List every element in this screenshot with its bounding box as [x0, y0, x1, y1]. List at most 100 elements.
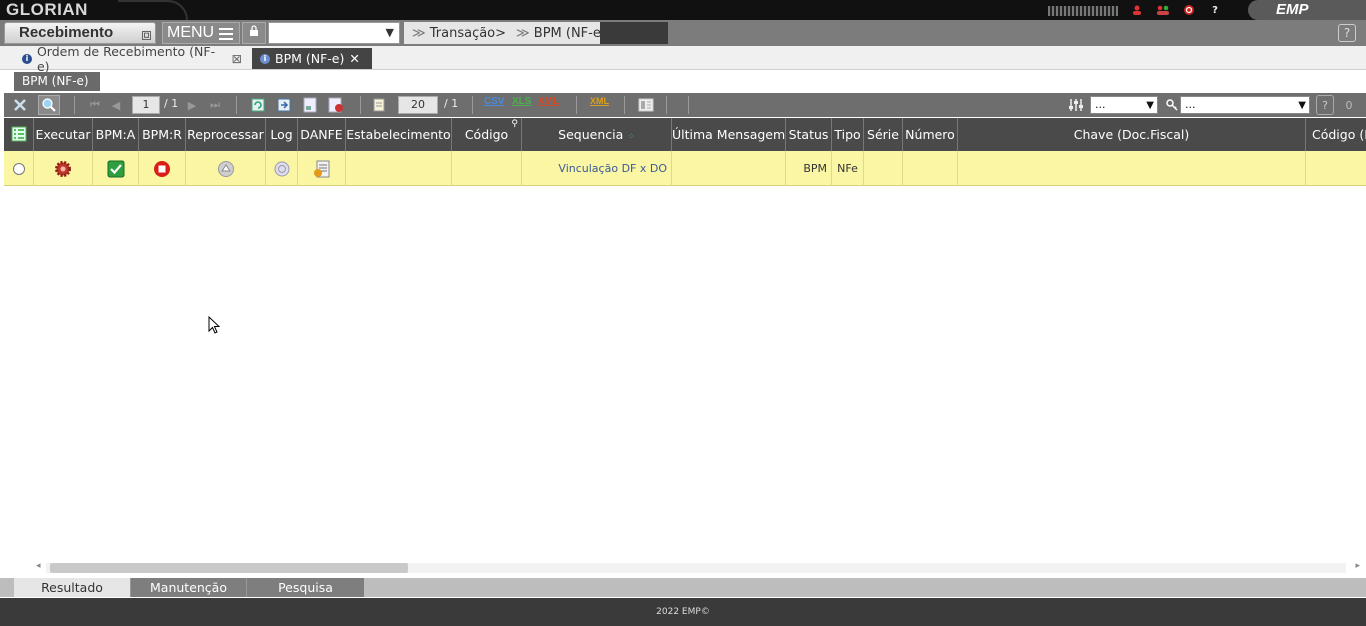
export-xml-button[interactable]: XML — [538, 96, 559, 107]
scroll-right-icon[interactable]: ▸ — [1355, 561, 1360, 571]
col-log[interactable]: Log — [266, 118, 298, 151]
key-icon — [1164, 95, 1180, 115]
tab-ordem-recebimento[interactable]: i Ordem de Recebimento (NF-e) ⊠ — [14, 44, 248, 74]
emp-logo-text: EMP — [1276, 1, 1309, 18]
page-size-icon — [370, 95, 388, 115]
select-all-icon[interactable] — [4, 118, 34, 151]
col-ultima-mensagem[interactable]: Última Mensagem — [672, 118, 786, 151]
breadcrumb-item[interactable]: ≫ Transação> — [412, 26, 506, 41]
close-icon[interactable]: ✕ — [349, 51, 359, 66]
tab-pesquisa[interactable]: Pesquisa — [246, 578, 364, 597]
cell-codigo-d — [1306, 151, 1366, 186]
cell-ultima-mensagem — [672, 151, 786, 186]
col-executar[interactable]: Executar — [34, 118, 93, 151]
mouse-cursor-icon — [208, 316, 220, 334]
bottom-tab-bar: Resultado Manutenção Pesquisa — [0, 578, 1366, 597]
prev-page-icon[interactable]: ◀ — [108, 95, 124, 115]
filter-select[interactable]: ... ▼ — [1090, 96, 1158, 114]
magnifier-icon[interactable]: ⚲ — [511, 118, 518, 141]
grid-header: Executar BPM:A BPM:R Reprocessar Log DAN… — [4, 118, 1366, 151]
module-title: Recebimento ◻ — [4, 22, 156, 44]
transaction-select[interactable]: ▼ — [268, 22, 400, 44]
minimize-icon[interactable]: ◻ — [142, 31, 151, 40]
menu-button-label: MENU — [167, 24, 215, 41]
col-sequencia[interactable]: Sequencia ⁘ — [522, 118, 672, 151]
table-row[interactable]: Vinculação DF x DO BPM NFe — [4, 151, 1366, 186]
first-page-icon[interactable]: ⏮ — [84, 95, 106, 115]
export-csv-button[interactable]: CSV — [484, 96, 505, 107]
export-xml-file-button[interactable]: XML — [590, 96, 609, 106]
lock-button[interactable] — [242, 22, 266, 44]
search-select[interactable]: ... ▼ — [1180, 96, 1310, 114]
last-page-icon[interactable]: ⏭ — [204, 95, 226, 115]
tab-resultado[interactable]: Resultado — [14, 578, 130, 597]
scroll-thumb[interactable] — [50, 563, 408, 573]
rows-total: / 1 — [444, 97, 459, 110]
refresh-icon[interactable] — [248, 95, 268, 115]
tools-icon[interactable] — [10, 95, 30, 115]
col-serie[interactable]: Série — [864, 118, 903, 151]
help-icon[interactable]: ? — [1208, 3, 1222, 17]
counter: 0 — [1338, 95, 1360, 115]
import-icon[interactable] — [274, 95, 294, 115]
counter-value: 0 — [1345, 98, 1353, 112]
toolbar-help-icon[interactable]: ? — [1316, 95, 1334, 115]
col-chave[interactable]: Chave (Doc.Fiscal) — [958, 118, 1306, 151]
subtab-bpm-nfe[interactable]: BPM (NF-e) — [14, 72, 100, 91]
tab-bpm-nfe[interactable]: i BPM (NF-e) ✕ — [252, 48, 372, 69]
log-icon[interactable] — [266, 151, 298, 186]
rows-per-page-input[interactable]: 20 — [398, 96, 438, 114]
footer: 2022 EMP© — [0, 598, 1366, 626]
module-title-label: Recebimento — [19, 24, 114, 41]
document-icon[interactable] — [300, 95, 320, 115]
breadcrumb-tail — [600, 22, 668, 44]
col-codigo[interactable]: Código ⚲ — [452, 118, 522, 151]
col-codigo-d[interactable]: Código (D — [1306, 118, 1366, 151]
danfe-document-icon[interactable] — [298, 151, 346, 186]
row-radio[interactable] — [4, 151, 34, 186]
toolbar-separator — [74, 96, 75, 114]
sort-icon[interactable]: ⁘ — [627, 132, 635, 142]
filter-select-value: ... — [1095, 98, 1106, 111]
search-icon[interactable] — [38, 95, 60, 115]
col-danfe[interactable]: DANFE — [298, 118, 346, 151]
cell-codigo — [452, 151, 522, 186]
export-xls-button[interactable]: XLS — [512, 96, 531, 107]
search-select-value: ... — [1185, 98, 1196, 111]
col-tipo[interactable]: Tipo — [832, 118, 864, 151]
brand-logo: GLORIAN — [6, 0, 88, 19]
col-status[interactable]: Status — [786, 118, 832, 151]
chevron-down-icon: ▼ — [1146, 100, 1154, 111]
report-icon[interactable] — [326, 95, 346, 115]
info-icon: i — [22, 53, 32, 64]
scroll-left-icon[interactable]: ◂ — [36, 561, 41, 571]
user-icon[interactable] — [1130, 3, 1144, 17]
reject-stop-icon[interactable] — [139, 151, 186, 186]
col-estabelecimento[interactable]: Estabelecimento — [346, 118, 452, 151]
page-current-input[interactable]: 1 — [132, 96, 160, 114]
close-icon[interactable]: ⊠ — [232, 51, 242, 66]
top-bar: GLORIAN ? EMP — [0, 0, 1366, 20]
cell-sequencia[interactable]: Vinculação DF x DO — [522, 151, 672, 186]
group-icon[interactable] — [1156, 3, 1170, 17]
col-numero[interactable]: Número — [903, 118, 958, 151]
sliders-icon[interactable] — [1066, 95, 1086, 115]
power-icon[interactable] — [1182, 3, 1196, 17]
col-bpm-r[interactable]: BPM:R — [139, 118, 186, 151]
col-sequencia-label: Sequencia — [558, 127, 624, 142]
tab-manutencao[interactable]: Manutenção — [130, 578, 246, 597]
module-help-button[interactable]: ? — [1338, 24, 1356, 42]
next-page-icon[interactable]: ▶ — [184, 95, 200, 115]
toolbar-separator — [576, 96, 577, 114]
approve-check-icon[interactable] — [93, 151, 139, 186]
reprocess-icon[interactable] — [186, 151, 266, 186]
menu-button[interactable]: MENU — [162, 22, 240, 44]
col-reprocessar[interactable]: Reprocessar — [186, 118, 266, 151]
col-bpm-a[interactable]: BPM:A — [93, 118, 139, 151]
layout-icon[interactable] — [636, 95, 656, 115]
lock-icon — [250, 25, 258, 36]
execute-gear-icon[interactable] — [34, 151, 93, 186]
top-icons: ? — [1130, 2, 1222, 18]
chevron-down-icon: ▼ — [1298, 100, 1306, 111]
horizontal-scrollbar[interactable]: ◂ ▸ — [34, 561, 1362, 574]
